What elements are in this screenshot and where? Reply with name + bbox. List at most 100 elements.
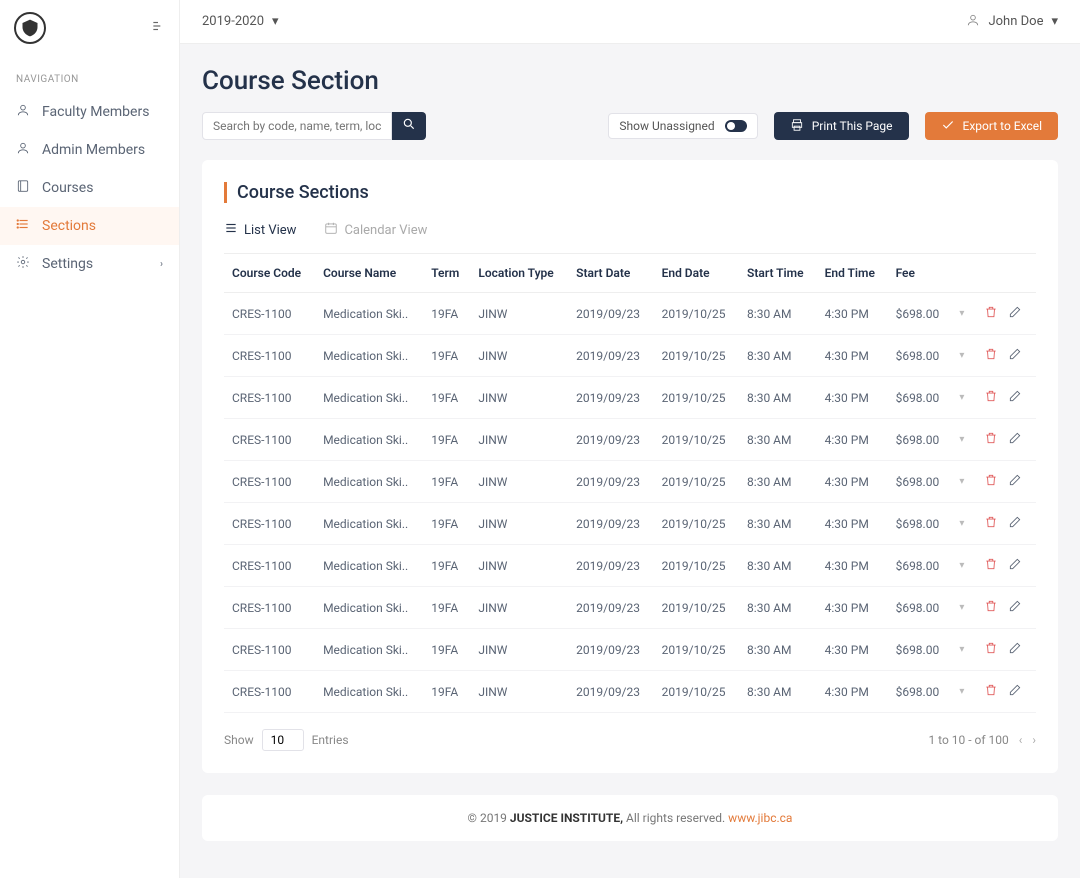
tab-list-view[interactable]: List View (224, 221, 296, 239)
table-cell: 2019/09/23 (568, 419, 653, 461)
entries-label: Entries (312, 733, 349, 747)
table-cell: Medication Ski.. (315, 293, 423, 335)
year-value: 2019-2020 (202, 14, 264, 29)
column-header[interactable]: Location Type (470, 254, 568, 293)
edit-icon[interactable] (1008, 305, 1022, 322)
edit-icon[interactable] (1008, 389, 1022, 406)
user-menu[interactable]: John Doe ▾ (966, 13, 1058, 31)
column-header[interactable]: Course Code (224, 254, 315, 293)
sidebar-item-admin-members[interactable]: Admin Members (0, 131, 179, 169)
year-picker[interactable]: 2019-2020 ▾ (202, 14, 279, 29)
list-icon (224, 221, 238, 239)
edit-icon[interactable] (1008, 431, 1022, 448)
section-title: Course Sections (224, 182, 1036, 203)
delete-icon[interactable] (984, 683, 998, 700)
expand-row-icon[interactable]: ▾ (959, 476, 964, 487)
delete-icon[interactable] (984, 389, 998, 406)
table-cell: 4:30 PM (817, 461, 888, 503)
expand-row-icon[interactable]: ▾ (959, 644, 964, 655)
edit-icon[interactable] (1008, 599, 1022, 616)
toggle-switch[interactable] (725, 120, 747, 132)
table-cell: $698.00 (888, 587, 952, 629)
table-cell: 8:30 AM (739, 377, 817, 419)
expand-row-icon[interactable]: ▾ (959, 350, 964, 361)
table-cell: 2019/09/23 (568, 629, 653, 671)
column-header[interactable]: Start Time (739, 254, 817, 293)
print-button[interactable]: Print This Page (774, 112, 909, 140)
table-cell: 4:30 PM (817, 293, 888, 335)
expand-row-icon[interactable]: ▾ (959, 308, 964, 319)
search-input[interactable] (202, 112, 392, 140)
edit-icon[interactable] (1008, 515, 1022, 532)
expand-row-icon[interactable]: ▾ (959, 602, 964, 613)
sidebar: NAVIGATION Faculty Members Admin Members C… (0, 0, 180, 878)
check-icon (941, 118, 955, 135)
table-cell: 8:30 AM (739, 293, 817, 335)
table-cell: 4:30 PM (817, 503, 888, 545)
expand-row-icon[interactable]: ▾ (959, 560, 964, 571)
table-cell: 4:30 PM (817, 419, 888, 461)
column-header[interactable]: Start Date (568, 254, 653, 293)
column-header[interactable]: Term (423, 254, 470, 293)
delete-icon[interactable] (984, 557, 998, 574)
page-size-select[interactable]: 10 (262, 729, 304, 751)
expand-row-icon[interactable]: ▾ (959, 686, 964, 697)
delete-icon[interactable] (984, 347, 998, 364)
sidebar-item-settings[interactable]: Settings› (0, 245, 179, 283)
footer-prefix: © 2019 (468, 811, 510, 825)
table-cell: Medication Ski.. (315, 629, 423, 671)
footer-url[interactable]: www.jibc.ca (728, 811, 792, 825)
delete-icon[interactable] (984, 515, 998, 532)
table-cell: 2019/09/23 (568, 293, 653, 335)
table-cell: $698.00 (888, 461, 952, 503)
table-cell: 8:30 AM (739, 503, 817, 545)
print-icon (790, 118, 804, 135)
column-header[interactable]: Fee (888, 254, 952, 293)
table-cell: Medication Ski.. (315, 671, 423, 713)
edit-icon[interactable] (1008, 683, 1022, 700)
sidebar-toggle-icon[interactable] (151, 19, 165, 37)
edit-icon[interactable] (1008, 641, 1022, 658)
table-cell: 8:30 AM (739, 419, 817, 461)
sidebar-item-faculty-members[interactable]: Faculty Members (0, 93, 179, 131)
edit-icon[interactable] (1008, 347, 1022, 364)
pager-prev[interactable]: ‹ (1019, 733, 1023, 747)
table-cell: CRES-1100 (224, 587, 315, 629)
expand-row-icon[interactable]: ▾ (959, 392, 964, 403)
table-cell: 4:30 PM (817, 335, 888, 377)
search-button[interactable] (392, 112, 426, 140)
user-icon (16, 141, 30, 159)
sidebar-item-label: Admin Members (42, 142, 145, 158)
column-header[interactable]: Course Name (315, 254, 423, 293)
delete-icon[interactable] (984, 305, 998, 322)
edit-icon[interactable] (1008, 473, 1022, 490)
export-button[interactable]: Export to Excel (925, 112, 1058, 140)
table-cell: 4:30 PM (817, 629, 888, 671)
expand-row-icon[interactable]: ▾ (959, 518, 964, 529)
page-title: Course Section (180, 44, 1080, 112)
nav-heading: NAVIGATION (0, 56, 179, 93)
tab-calendar-view[interactable]: Calendar View (324, 221, 427, 239)
delete-icon[interactable] (984, 641, 998, 658)
delete-icon[interactable] (984, 599, 998, 616)
expand-row-icon[interactable]: ▾ (959, 434, 964, 445)
table-cell: 2019/10/25 (654, 587, 739, 629)
pager-next[interactable]: › (1032, 733, 1036, 747)
table-cell: 2019/10/25 (654, 545, 739, 587)
table-row: CRES-1100Medication Ski..19FAJINW2019/09… (224, 587, 1036, 629)
column-header[interactable]: End Date (654, 254, 739, 293)
delete-icon[interactable] (984, 473, 998, 490)
table-cell: 2019/10/25 (654, 461, 739, 503)
edit-icon[interactable] (1008, 557, 1022, 574)
table-cell: Medication Ski.. (315, 461, 423, 503)
footer: © 2019 JUSTICE INSTITUTE, All rights res… (202, 795, 1058, 841)
table-row: CRES-1100Medication Ski..19FAJINW2019/09… (224, 419, 1036, 461)
table-cell: Medication Ski.. (315, 587, 423, 629)
table-cell: 2019/09/23 (568, 335, 653, 377)
show-unassigned-toggle[interactable]: Show Unassigned (608, 113, 757, 139)
sidebar-item-sections[interactable]: Sections (0, 207, 179, 245)
sections-card: Course Sections List View Calendar View … (202, 160, 1058, 773)
column-header[interactable]: End Time (817, 254, 888, 293)
sidebar-item-courses[interactable]: Courses (0, 169, 179, 207)
delete-icon[interactable] (984, 431, 998, 448)
